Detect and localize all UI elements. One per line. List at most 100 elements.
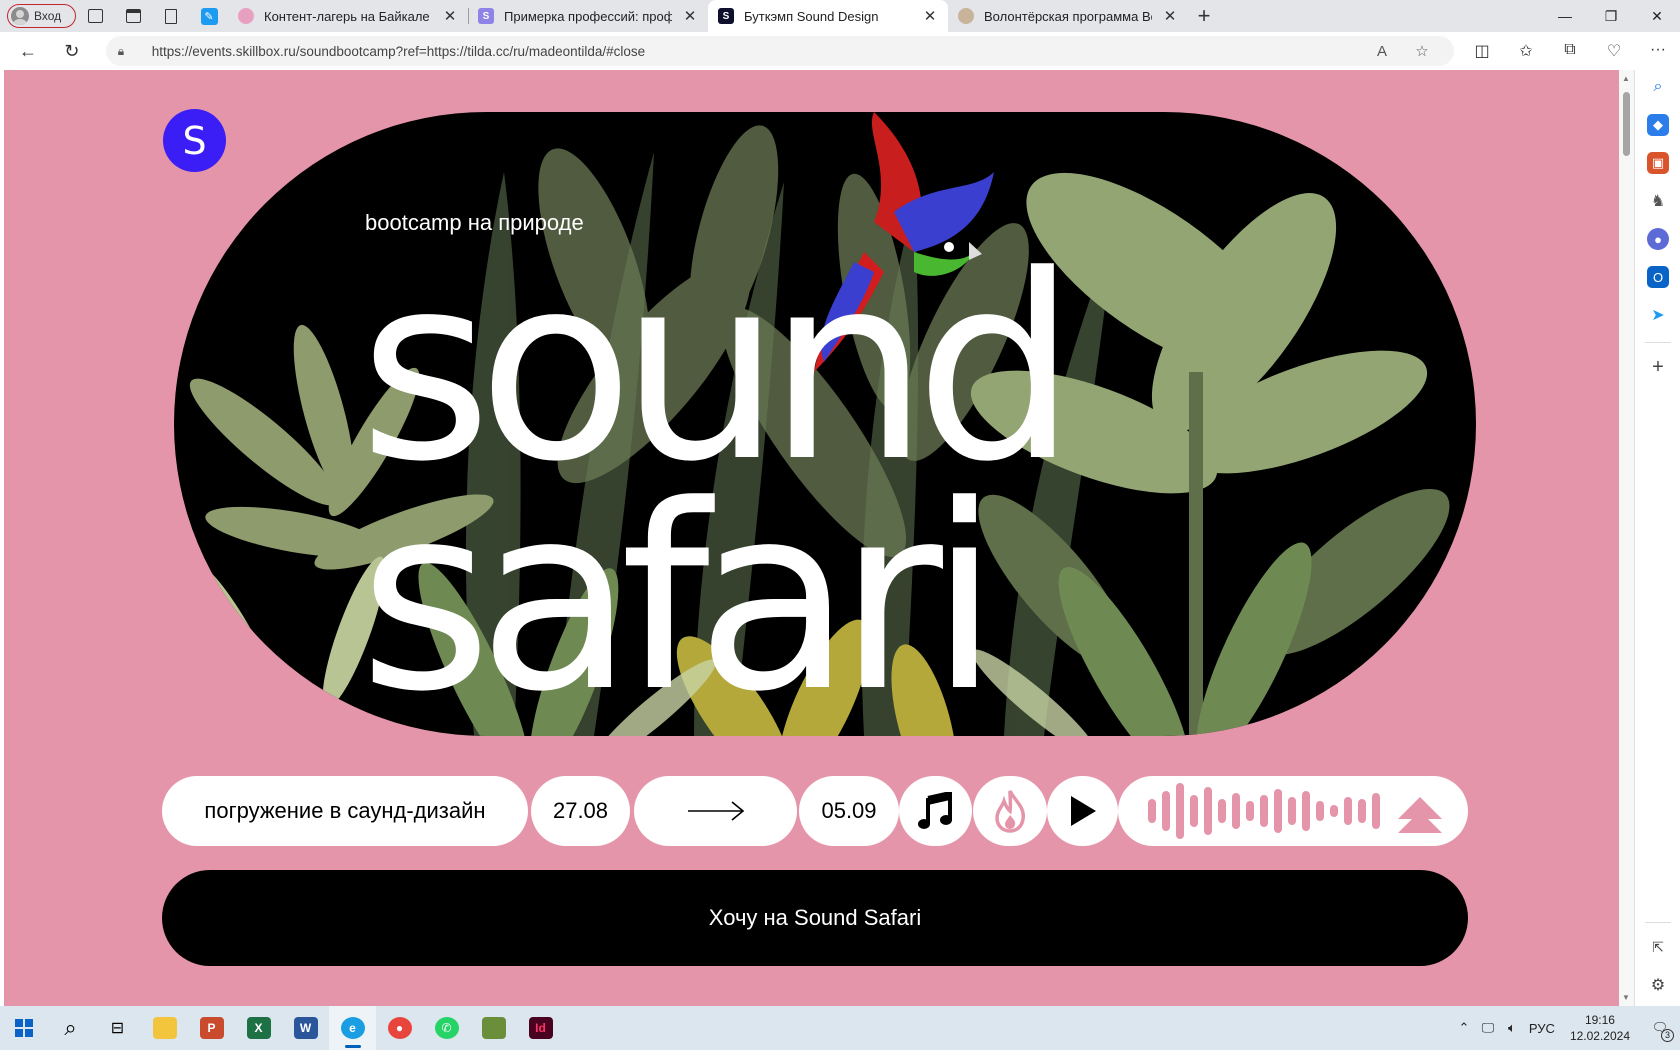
favicon-icon: S bbox=[718, 8, 734, 24]
document-icon bbox=[165, 8, 177, 24]
taskbar-indesign[interactable]: Id bbox=[517, 1006, 564, 1050]
search-icon[interactable]: ⌕ bbox=[1647, 76, 1669, 98]
volume-icon[interactable]: 🔈︎ bbox=[1500, 1020, 1524, 1036]
play-pill[interactable] bbox=[1047, 776, 1118, 846]
network-icon[interactable]: 🖵︎ bbox=[1476, 1020, 1500, 1036]
browser-essentials-icon[interactable]: ♡ bbox=[1592, 41, 1636, 61]
taskbar-edge[interactable]: e bbox=[329, 1006, 376, 1050]
refresh-button[interactable]: ↻ bbox=[50, 32, 94, 70]
address-bar[interactable]: 🔒︎ https://events.skillbox.ru/soundbootc… bbox=[105, 36, 1454, 66]
taskbar-chrome[interactable]: ● bbox=[376, 1006, 423, 1050]
new-tab-button[interactable]: + bbox=[1188, 0, 1220, 32]
profile-label: Вход bbox=[34, 9, 62, 23]
back-button[interactable]: ← bbox=[6, 32, 50, 70]
close-tab-icon[interactable]: ✕ bbox=[922, 7, 938, 25]
signup-cta-button[interactable]: Хочу на Sound Safari bbox=[162, 870, 1468, 966]
taskbar-powerpoint[interactable]: P bbox=[188, 1006, 235, 1050]
close-tab-icon[interactable]: ✕ bbox=[682, 7, 698, 25]
tab-title: Примерка профессий: профори bbox=[504, 8, 672, 24]
tab-actions-icon[interactable] bbox=[114, 0, 152, 32]
language-indicator[interactable]: РУС bbox=[1524, 1021, 1560, 1036]
taskbar-minecraft[interactable] bbox=[470, 1006, 517, 1050]
powerpoint-icon: P bbox=[199, 1017, 224, 1039]
external-link-icon[interactable]: ⇱ bbox=[1647, 936, 1669, 958]
close-tab-icon[interactable]: ✕ bbox=[442, 7, 458, 25]
taskbar-whatsapp[interactable]: ✆ bbox=[423, 1006, 470, 1050]
collections-icon[interactable]: ⧉ bbox=[1548, 41, 1592, 61]
pinned-tab-doc[interactable] bbox=[152, 0, 190, 32]
whatsapp-icon: ✆ bbox=[434, 1017, 459, 1039]
fire-icon bbox=[995, 790, 1025, 833]
edge-icon: e bbox=[340, 1017, 365, 1039]
soundwave-icon bbox=[1148, 783, 1442, 839]
favicon-icon bbox=[238, 8, 254, 24]
indesign-icon: Id bbox=[528, 1017, 553, 1039]
excel-icon: X bbox=[246, 1017, 271, 1039]
split-screen-icon[interactable]: ◫ bbox=[1460, 41, 1504, 61]
lock-icon[interactable]: 🔒︎ bbox=[118, 44, 138, 59]
favicon-icon: S bbox=[478, 8, 494, 24]
tab-list: Контент-лагерь на Байкале ✕ S Примерка п… bbox=[228, 0, 1188, 32]
word-icon: W bbox=[293, 1017, 318, 1039]
minecraft-icon bbox=[481, 1017, 506, 1039]
skillbox-logo[interactable]: S bbox=[163, 109, 226, 172]
send-icon[interactable]: ➤ bbox=[1647, 304, 1669, 326]
windows-taskbar: ⌕ ⊟ P X W e ● ✆ Id ⌃ 🖵︎ 🔈︎ РУС 19:16 12.… bbox=[0, 1006, 1680, 1050]
url-text[interactable]: https://events.skillbox.ru/soundbootcamp… bbox=[152, 44, 1362, 59]
navigation-bar: ← ↻ 🔒︎ https://events.skillbox.ru/soundb… bbox=[0, 32, 1680, 70]
clock-date: 12.02.2024 bbox=[1569, 1029, 1630, 1043]
minimize-icon[interactable]: — bbox=[1542, 0, 1588, 32]
pinned-tab-edit[interactable]: ✎ bbox=[190, 0, 228, 32]
tools-icon[interactable]: ▣ bbox=[1647, 152, 1669, 174]
tab-primerka[interactable]: S Примерка профессий: профори ✕ bbox=[468, 0, 708, 32]
task-view[interactable]: ⊟ bbox=[94, 1006, 141, 1050]
hero-title-line2: safari bbox=[359, 451, 1000, 748]
tab-strip: Вход ✎ Контент-лагерь на Байкале ✕ S При… bbox=[0, 0, 1680, 32]
scroll-up-icon[interactable]: ▲ bbox=[1622, 74, 1630, 83]
add-sidebar-app-icon[interactable]: + bbox=[1647, 356, 1669, 378]
chevron-up-icon[interactable]: ⌃ bbox=[1452, 1020, 1476, 1036]
more-menu-icon[interactable]: ··· bbox=[1636, 41, 1680, 61]
profile-button[interactable]: Вход bbox=[7, 4, 76, 28]
games-icon[interactable]: ♞ bbox=[1647, 190, 1669, 212]
landing-page: S bootcamp на природе sound safari погру… bbox=[4, 70, 1619, 1006]
outlook-icon[interactable]: O bbox=[1647, 266, 1669, 288]
play-icon bbox=[1070, 796, 1096, 826]
edge-sidebar: ⌕ ◆ ▣ ♞ ● O ➤ + ⇱ ⚙ bbox=[1634, 70, 1680, 1006]
close-tab-icon[interactable]: ✕ bbox=[1162, 7, 1178, 25]
tab-baikal[interactable]: Контент-лагерь на Байкале ✕ bbox=[228, 0, 468, 32]
read-aloud-icon[interactable]: A bbox=[1362, 43, 1402, 60]
end-date-pill: 05.09 bbox=[799, 776, 899, 846]
system-tray: ⌃ 🖵︎ 🔈︎ РУС 19:16 12.02.2024 🗨︎ 3 bbox=[1452, 1006, 1680, 1050]
clock[interactable]: 19:16 12.02.2024 bbox=[1560, 1012, 1640, 1044]
music-note-icon bbox=[917, 792, 952, 829]
taskbar-word[interactable]: W bbox=[282, 1006, 329, 1050]
taskbar-excel[interactable]: X bbox=[235, 1006, 282, 1050]
arrow-right-icon bbox=[687, 801, 744, 821]
soundwave-pill bbox=[1118, 776, 1468, 846]
restore-icon[interactable]: ❐ bbox=[1588, 0, 1634, 32]
settings-gear-icon[interactable]: ⚙ bbox=[1647, 974, 1669, 996]
taskbar-explorer[interactable] bbox=[141, 1006, 188, 1050]
tab-volunteer[interactable]: Волонтёрская программа Всем ✕ bbox=[948, 0, 1188, 32]
windows-logo-icon bbox=[14, 1019, 33, 1037]
notification-count: 3 bbox=[1661, 1029, 1674, 1042]
toolbar-actions: ◫ ✩ ⧉ ♡ ··· bbox=[1460, 41, 1680, 61]
scroll-down-icon[interactable]: ▼ bbox=[1622, 993, 1630, 1002]
tab-title: Волонтёрская программа Всем bbox=[984, 8, 1152, 24]
copilot-icon[interactable]: ● bbox=[1647, 228, 1669, 250]
notifications-icon[interactable]: 🗨︎ 3 bbox=[1640, 1020, 1680, 1042]
chrome-icon: ● bbox=[387, 1017, 412, 1039]
scroll-thumb[interactable] bbox=[1623, 92, 1630, 156]
favorites-icon[interactable]: ✩ bbox=[1504, 41, 1548, 61]
shopping-icon[interactable]: ◆ bbox=[1647, 114, 1669, 136]
workspaces-icon[interactable] bbox=[76, 0, 114, 32]
close-window-icon[interactable]: ✕ bbox=[1634, 0, 1680, 32]
tab-sound-design[interactable]: S Буткэмп Sound Design ✕ bbox=[708, 0, 948, 32]
page-scrollbar[interactable]: ▲ ▼ bbox=[1619, 70, 1634, 1006]
taskbar-search[interactable]: ⌕ bbox=[47, 1006, 94, 1050]
start-button[interactable] bbox=[0, 1006, 47, 1050]
favorite-star-icon[interactable]: ☆ bbox=[1402, 42, 1442, 60]
fire-pill bbox=[973, 776, 1047, 846]
profile-avatar-icon bbox=[11, 7, 29, 25]
